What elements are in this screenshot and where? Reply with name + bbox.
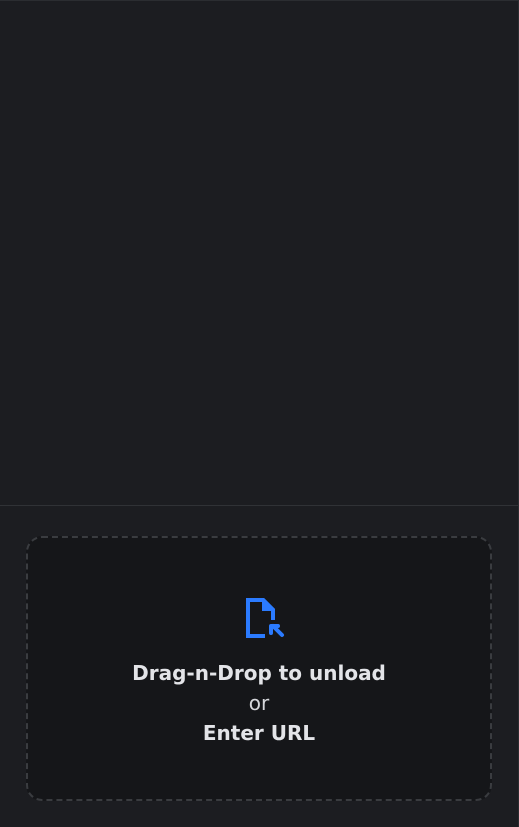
or-separator-text: or [248, 691, 270, 715]
enter-url-link[interactable]: Enter URL [26, 721, 492, 745]
content-area [0, 1, 518, 504]
file-upload-icon[interactable] [240, 595, 286, 641]
app-window: Drag-n-Drop to unload or Enter URL [0, 0, 519, 827]
drop-instruction-text: Drag-n-Drop to unload [132, 661, 386, 685]
